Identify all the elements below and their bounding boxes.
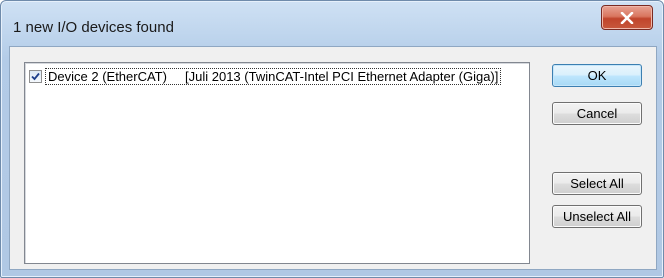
device-checkbox[interactable]	[29, 70, 42, 83]
select-all-button[interactable]: Select All	[552, 172, 642, 195]
ok-button[interactable]: OK	[552, 64, 642, 87]
unselect-all-button[interactable]: Unselect All	[552, 205, 642, 228]
list-item[interactable]: Device 2 (EtherCAT) [Juli 2013 (TwinCAT-…	[29, 68, 525, 85]
window-title: 1 new I/O devices found	[13, 19, 174, 36]
checkmark-icon	[31, 72, 40, 81]
device-item-label: Device 2 (EtherCAT) [Juli 2013 (TwinCAT-…	[45, 68, 502, 85]
dialog-window: 1 new I/O devices found Device 2 (EtherC…	[0, 0, 664, 278]
close-x-icon	[620, 11, 634, 24]
title-bar[interactable]: 1 new I/O devices found	[1, 1, 663, 41]
dialog-client-area: Device 2 (EtherCAT) [Juli 2013 (TwinCAT-…	[9, 46, 657, 270]
device-list[interactable]: Device 2 (EtherCAT) [Juli 2013 (TwinCAT-…	[24, 62, 530, 264]
close-button[interactable]	[601, 5, 653, 30]
cancel-button[interactable]: Cancel	[552, 102, 642, 125]
